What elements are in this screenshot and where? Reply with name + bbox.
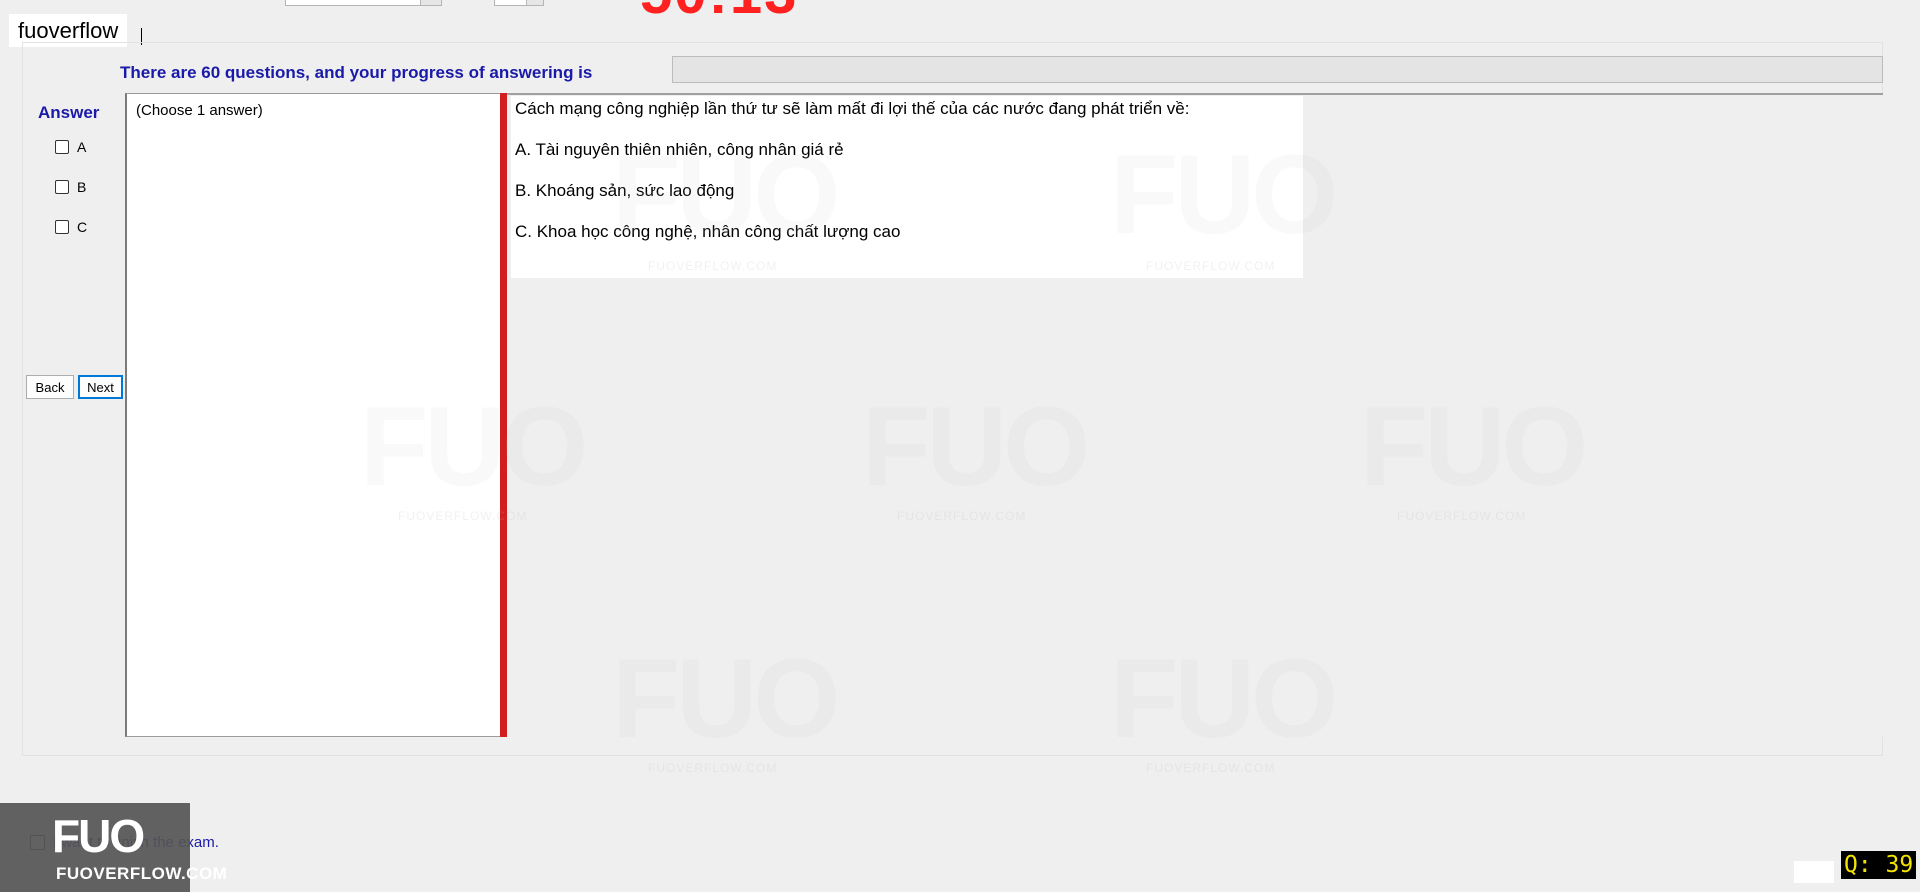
watermark-site: FUOVERFLOW.COM xyxy=(1397,509,1527,523)
answer-option-label: C xyxy=(77,219,88,235)
counter-backdrop xyxy=(1794,861,1834,883)
watermark-logo: FUO xyxy=(1110,636,1338,761)
progress-label: There are 60 questions, and your progres… xyxy=(120,63,593,82)
watermark-site: FUOVERFLOW.COM xyxy=(648,761,778,775)
watermark-logo: FUO xyxy=(862,384,1090,509)
watermark-site: FUOVERFLOW.COM xyxy=(648,259,778,273)
watermark-site: FUOVERFLOW.COM xyxy=(1146,259,1276,273)
answer-option-label: B xyxy=(77,179,87,195)
checkbox-a[interactable] xyxy=(55,140,69,154)
answer-heading: Answer xyxy=(38,103,100,122)
answer-option-label: A xyxy=(77,139,87,155)
dropdown-arrow-icon[interactable] xyxy=(420,0,441,5)
watermark-site: FUOVERFLOW.COM xyxy=(1146,761,1276,775)
logo-badge-mark: FUO xyxy=(52,810,145,862)
checkbox-c[interactable] xyxy=(55,220,69,234)
question-text: Cách mạng công nghiệp lần thứ tư sẽ làm … xyxy=(515,99,1190,118)
answer-progress-bar xyxy=(672,56,1883,83)
next-button[interactable]: Next xyxy=(78,375,123,399)
answer-option-b[interactable]: B xyxy=(55,179,86,195)
choose-instruction: (Choose 1 answer) xyxy=(136,102,263,119)
watermark-logo: FUO xyxy=(612,132,840,257)
countdown-timer: 50:13 xyxy=(640,0,798,27)
checkbox-b[interactable] xyxy=(55,180,69,194)
watermark-logo: FUO xyxy=(1110,132,1338,257)
fuoverflow-logo-badge: FUO FUOVERFLOW.COM xyxy=(0,803,227,892)
answer-option-c[interactable]: C xyxy=(55,219,87,235)
watermark-site: FUOVERFLOW.COM xyxy=(398,509,528,523)
answer-option-a[interactable]: A xyxy=(55,139,86,155)
watermark-site: FUOVERFLOW.COM xyxy=(897,509,1027,523)
dropdown-arrow-icon[interactable] xyxy=(526,0,543,5)
watermark-logo: FUO xyxy=(360,384,588,509)
top-combo-box[interactable] xyxy=(285,0,442,6)
watermark-logo: FUO xyxy=(612,636,840,761)
back-button[interactable]: Back xyxy=(26,375,74,399)
logo-badge-site: FUOVERFLOW.COM xyxy=(56,864,228,883)
question-counter: Q: 39 xyxy=(1841,851,1917,879)
watermark-logo: FUO xyxy=(1360,384,1588,509)
top-small-combo-box[interactable] xyxy=(494,0,544,6)
